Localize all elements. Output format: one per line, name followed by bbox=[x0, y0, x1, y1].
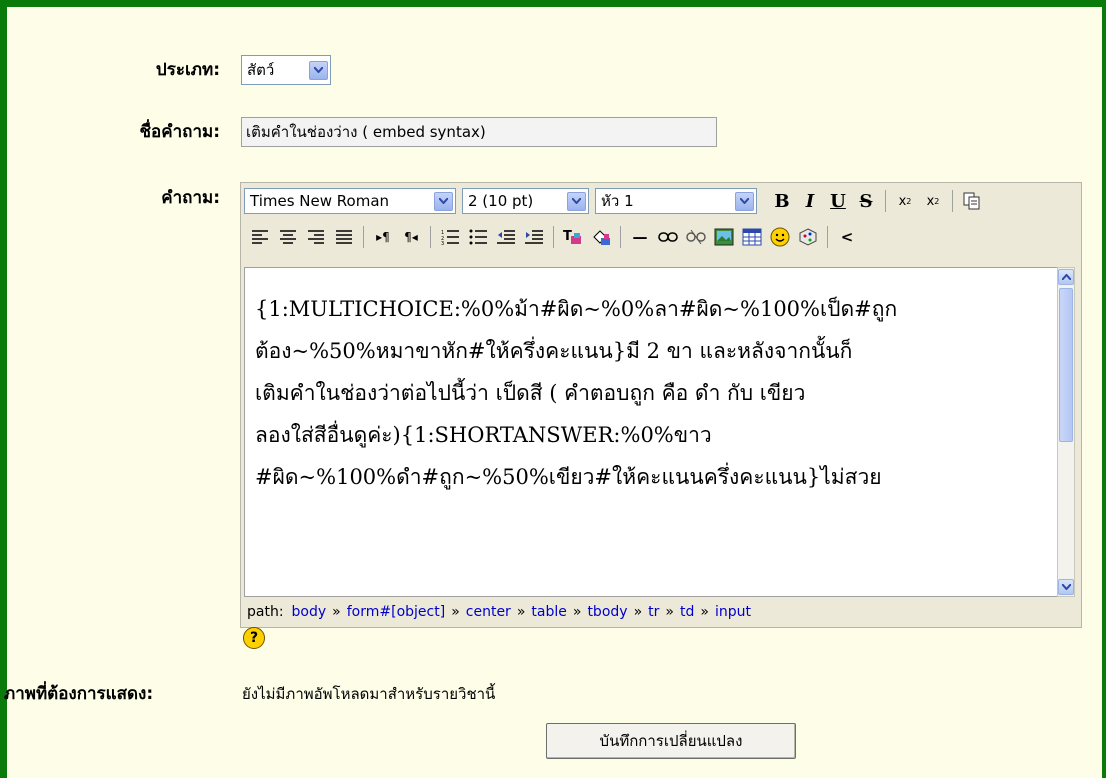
editor-content-line: เติมคำในช่องว่าต่อไปนี้ว่า เป็ดสี ( คำตอ… bbox=[255, 381, 806, 405]
indent-icon[interactable] bbox=[523, 226, 545, 248]
insert-table-icon[interactable] bbox=[741, 226, 763, 248]
superscript-icon[interactable]: x2 bbox=[922, 190, 944, 212]
help-icon[interactable]: ? bbox=[243, 627, 265, 649]
font-family-select[interactable]: Times New Roman bbox=[244, 188, 456, 214]
window-frame-top bbox=[0, 0, 1106, 7]
align-center-icon[interactable] bbox=[277, 226, 299, 248]
strikethrough-icon[interactable]: S bbox=[855, 190, 877, 212]
question-name-input[interactable]: เติมคำในช่องว่าง ( embed syntax) bbox=[241, 117, 717, 147]
image-status-text: ยังไม่มีภาพอัพโหลดมาสำหรับรายวิชานี้ bbox=[242, 685, 496, 703]
align-left-icon[interactable] bbox=[249, 226, 271, 248]
html-editor: Times New Roman 2 (10 pt) หัว 1 B I U S … bbox=[240, 182, 1082, 628]
outdent-icon[interactable] bbox=[495, 226, 517, 248]
path-item[interactable]: form#[object] bbox=[347, 604, 445, 620]
editor-path-bar: path: body» form#[object]» center» table… bbox=[247, 604, 751, 620]
editor-scrollbar[interactable] bbox=[1057, 267, 1075, 597]
underline-icon[interactable]: U bbox=[827, 190, 849, 212]
italic-icon[interactable]: I bbox=[799, 190, 821, 212]
horizontal-rule-icon[interactable]: — bbox=[629, 226, 651, 248]
insert-image-icon[interactable] bbox=[713, 226, 735, 248]
chevron-down-icon[interactable] bbox=[434, 191, 453, 211]
editor-content-area[interactable]: {1:MULTICHOICE:%0%ม้า#ผิด~%0%ลา#ผิด~%100… bbox=[244, 267, 1058, 597]
smiley-icon[interactable] bbox=[769, 226, 791, 248]
question-name-label: ชื่อคำถาม: bbox=[139, 122, 220, 142]
heading-value: หัว 1 bbox=[601, 192, 634, 210]
editor-toolbar-row-2: ▸¶ ¶◂ 123 T — < bbox=[249, 221, 864, 253]
editor-content-line: {1:MULTICHOICE:%0%ม้า#ผิด~%0%ลา#ผิด~%100… bbox=[255, 297, 898, 321]
toolbar-separator bbox=[620, 226, 621, 248]
toolbar-separator bbox=[885, 190, 886, 212]
chevron-down-icon[interactable] bbox=[735, 191, 754, 211]
category-label: ประเภท: bbox=[155, 60, 220, 80]
copy-icon[interactable] bbox=[961, 190, 983, 212]
chevron-down-icon[interactable] bbox=[567, 191, 586, 211]
path-item[interactable]: tr bbox=[648, 604, 659, 620]
unordered-list-icon[interactable] bbox=[467, 226, 489, 248]
path-item[interactable]: td bbox=[680, 604, 694, 620]
font-size-value: 2 (10 pt) bbox=[468, 192, 534, 210]
category-selected-value: สัตว์ bbox=[247, 61, 275, 79]
scroll-down-button[interactable] bbox=[1058, 579, 1074, 595]
align-justify-icon[interactable] bbox=[333, 226, 355, 248]
background-color-icon[interactable] bbox=[590, 226, 612, 248]
path-item[interactable]: tbody bbox=[587, 604, 627, 620]
save-changes-button[interactable]: บันทึกการเปลี่ยนแปลง bbox=[546, 723, 796, 759]
window-frame-right bbox=[1102, 0, 1106, 778]
special-char-icon[interactable] bbox=[797, 226, 819, 248]
image-label: ภาพที่ต้องการแสดง: bbox=[4, 684, 154, 704]
scroll-up-button[interactable] bbox=[1058, 269, 1074, 285]
ltr-icon[interactable]: ▸¶ bbox=[372, 226, 394, 248]
toolbar-separator bbox=[952, 190, 953, 212]
html-source-icon[interactable]: < bbox=[836, 226, 858, 248]
path-item[interactable]: body bbox=[292, 604, 327, 620]
toolbar-separator bbox=[430, 226, 431, 248]
scrollbar-thumb[interactable] bbox=[1059, 288, 1073, 442]
svg-text:T: T bbox=[563, 229, 572, 244]
subscript-icon[interactable]: x2 bbox=[894, 190, 916, 212]
window-frame-left bbox=[0, 0, 7, 778]
toolbar-separator bbox=[553, 226, 554, 248]
link-icon[interactable] bbox=[657, 226, 679, 248]
question-text-label: คำถาม: bbox=[161, 188, 220, 208]
font-size-select[interactable]: 2 (10 pt) bbox=[462, 188, 589, 214]
path-item[interactable]: center bbox=[466, 604, 511, 620]
svg-text:3: 3 bbox=[441, 241, 444, 245]
unlink-icon[interactable] bbox=[685, 226, 707, 248]
bold-icon[interactable]: B bbox=[771, 190, 793, 212]
editor-content-line: ต้อง~%50%หมาขาหัก#ให้ครึ่งคะแนน}มี 2 ขา … bbox=[255, 339, 853, 363]
path-item[interactable]: table bbox=[531, 604, 566, 620]
ordered-list-icon[interactable]: 123 bbox=[439, 226, 461, 248]
rtl-icon[interactable]: ¶◂ bbox=[400, 226, 422, 248]
editor-toolbar-row-1: Times New Roman 2 (10 pt) หัว 1 B I U S … bbox=[244, 185, 989, 217]
font-family-value: Times New Roman bbox=[250, 192, 390, 210]
toolbar-separator bbox=[827, 226, 828, 248]
chevron-down-icon[interactable] bbox=[309, 60, 328, 80]
editor-content-line: #ผิด~%100%ดำ#ถูก~%50%เขียว#ให้คะแนนครึ่ง… bbox=[255, 465, 882, 489]
path-item[interactable]: input bbox=[715, 604, 751, 620]
toolbar-separator bbox=[363, 226, 364, 248]
heading-select[interactable]: หัว 1 bbox=[595, 188, 757, 214]
editor-content-line: ลองใส่สีอื่นดูค่ะ){1:SHORTANSWER:%0%ขาว bbox=[255, 423, 712, 447]
align-right-icon[interactable] bbox=[305, 226, 327, 248]
category-select[interactable]: สัตว์ bbox=[241, 55, 331, 85]
path-label: path: bbox=[247, 604, 284, 620]
text-color-icon[interactable]: T bbox=[562, 226, 584, 248]
